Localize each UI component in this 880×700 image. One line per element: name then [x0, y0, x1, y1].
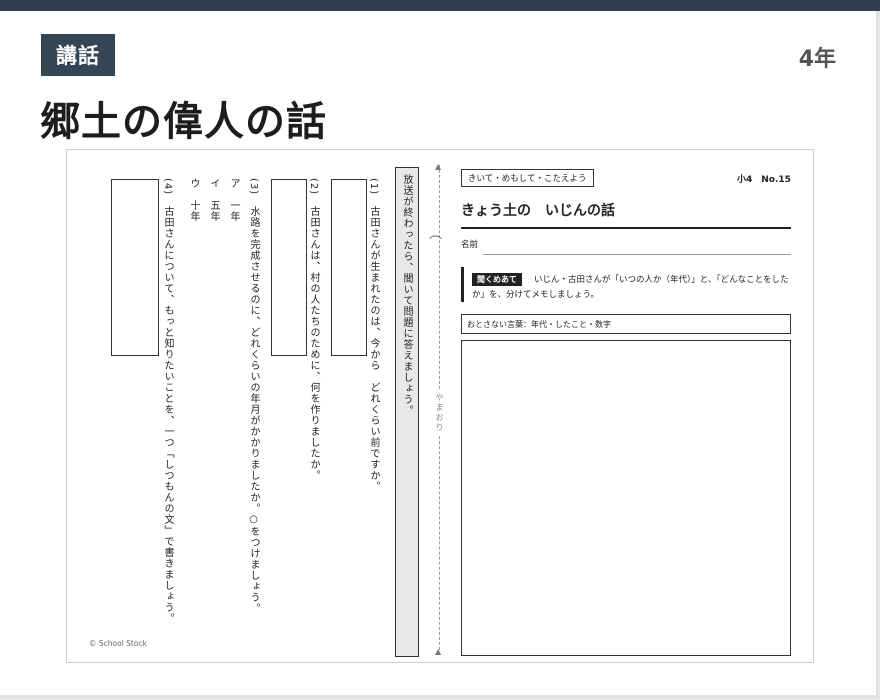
fold-label: やまおり: [434, 390, 445, 436]
top-bar: [0, 0, 880, 11]
kikite-label: きいて・めもして・こたえよう: [461, 169, 594, 187]
listening-goal-badge: 聞くめあて: [472, 273, 522, 286]
answer-box-4: [111, 179, 159, 356]
scissors-icon: ⌒: [429, 236, 443, 251]
category-tag: 講話: [41, 34, 115, 76]
question-3: (3) 水路を完成させるのに、どれくらいの年月がかかりましたか。○をつけましょう…: [248, 178, 259, 615]
key-words-box: おとさない言葉：年代・したこと・数字: [461, 314, 791, 334]
name-line: [483, 254, 791, 255]
memo-box: [461, 340, 791, 656]
worksheet-preview: 放送が終わったら、聞いて問題に答えましょう。 (1) 古田さんが生まれたのは、今…: [66, 149, 814, 663]
title-underline: [461, 227, 791, 229]
question-1: (1) 古田さんが生まれたのは、今から どれくらい前ですか。: [368, 178, 379, 493]
copyright: © School Stock: [89, 639, 147, 648]
instruction-text: 放送が終わったら、聞いて問題に答えましょう。: [401, 174, 412, 416]
question-2: (2) 古田さんは、村の人たちのために、何を作りましたか。: [308, 178, 319, 482]
listening-goal: いじん・古田さんが「いつの人か（年代）」と、「どんなことをしたか」を、分けてメモ…: [461, 267, 792, 302]
worksheet-number: 小4 No.15: [737, 175, 791, 185]
question-4: (4) 古田さんについて、もっと知りたいことを、一つ「しつもんの文」で書きましょ…: [162, 178, 173, 625]
answer-box-2: [271, 179, 307, 356]
q3-option-c: ウ 十年: [188, 178, 199, 222]
worksheet-title: きょう土の いじんの話: [461, 203, 615, 219]
slide-card: 講話 4年 郷土の偉人の話 放送が終わったら、聞いて問題に答えましょう。 (1)…: [0, 11, 878, 698]
instruction-box: 放送が終わったら、聞いて問題に答えましょう。: [395, 167, 419, 657]
grade-label: 4年: [798, 47, 836, 72]
arrow-down-icon: ▲: [435, 647, 442, 656]
arrow-up-icon: ▲: [435, 162, 442, 171]
q3-option-a: ア 一年: [228, 178, 239, 222]
key-words-text: おとさない言葉：年代・したこと・数字: [467, 320, 611, 329]
answer-box-1: [331, 179, 367, 356]
q3-option-b: イ 五年: [208, 178, 219, 222]
name-label: 名前: [461, 240, 479, 250]
page-title: 郷土の偉人の話: [40, 99, 327, 145]
